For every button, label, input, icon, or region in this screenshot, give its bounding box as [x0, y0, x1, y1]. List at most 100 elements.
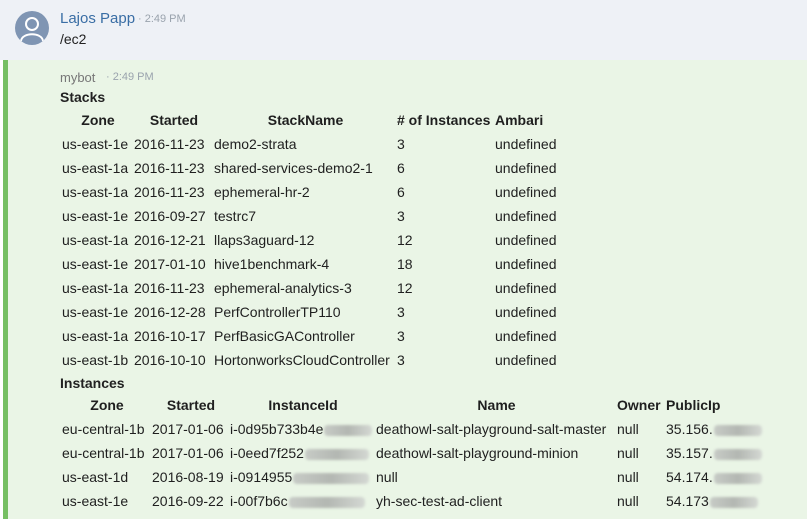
- cell-instance-count: 3: [397, 352, 405, 368]
- stacks-title: Stacks: [60, 89, 106, 105]
- table-row: us-east-1a 2016-12-21 llaps3aguard-12 12…: [62, 228, 565, 252]
- cell-ambari: undefined: [495, 184, 557, 200]
- col-header-started: Started: [166, 397, 216, 413]
- col-header-instanceid: InstanceId: [268, 397, 338, 413]
- table-row: us-east-1d 2016-08-19 i-0914955 null nul…: [62, 465, 762, 489]
- col-header-instance-count: # of Instances: [397, 112, 491, 128]
- instances-title: Instances: [60, 375, 125, 391]
- col-header-zone: Zone: [90, 397, 124, 413]
- bot-timestamp[interactable]: · 2:49 PM: [106, 71, 154, 83]
- publicip-text: 54.174.: [666, 469, 713, 485]
- cell-zone: eu-central-1b: [62, 445, 145, 461]
- cell-owner: null: [617, 493, 639, 509]
- cell-stackname: HortonworksCloudController: [214, 352, 390, 368]
- cell-ambari: undefined: [495, 160, 557, 176]
- cell-owner: null: [617, 421, 639, 437]
- cell-started: 2017-01-06: [152, 421, 224, 437]
- col-header-ambari: Ambari: [495, 112, 544, 128]
- table-row: us-east-1a 2016-10-17 PerfBasicGAControl…: [62, 324, 565, 348]
- table-row: us-east-1a 2016-11-23 ephemeral-analytic…: [62, 276, 565, 300]
- cell-ambari: undefined: [495, 208, 557, 224]
- cell-owner: null: [617, 445, 639, 461]
- cell-zone: us-east-1a: [62, 184, 129, 200]
- cell-instance-count: 6: [397, 184, 405, 200]
- cell-ambari: undefined: [495, 136, 557, 152]
- cell-ambari: undefined: [495, 232, 557, 248]
- cell-name: deathowl-salt-playground-salt-master: [376, 421, 607, 437]
- cell-ambari: undefined: [495, 304, 557, 320]
- col-header-publicip: PublicIp: [666, 397, 721, 413]
- stacks-header-row: Zone Started StackName # of Instances Am…: [62, 108, 565, 132]
- cell-publicip: 35.156.: [666, 417, 762, 441]
- cell-started: 2017-01-10: [134, 256, 206, 272]
- cell-started: 2017-01-06: [152, 445, 224, 461]
- cell-name: deathowl-salt-playground-minion: [376, 445, 579, 461]
- col-header-name: Name: [477, 397, 516, 413]
- bot-message: mybot · 2:49 PM Stacks Zone Started Stac…: [0, 60, 807, 519]
- cell-ambari: undefined: [495, 280, 557, 296]
- table-row: us-east-1e 2016-11-23 demo2-strata 3 und…: [62, 132, 565, 156]
- publicip-text: 35.157.: [666, 445, 713, 461]
- redacted-blur: [713, 424, 762, 436]
- cell-stackname: testrc7: [214, 208, 257, 224]
- table-row: us-east-1b 2016-10-10 HortonworksCloudCo…: [62, 348, 565, 372]
- cell-zone: eu-central-1b: [62, 421, 145, 437]
- redacted-blur: [713, 472, 762, 484]
- cell-instance-count: 18: [397, 256, 413, 272]
- cell-instanceid: i-00f7b6c: [230, 489, 376, 513]
- avatar[interactable]: [15, 11, 49, 45]
- cell-name: yh-sec-test-ad-client: [376, 493, 503, 509]
- cell-zone: us-east-1a: [62, 160, 129, 176]
- message-text: /ec2: [60, 31, 87, 47]
- cell-instance-count: 3: [397, 208, 405, 224]
- col-header-owner: Owner: [617, 397, 661, 413]
- cell-ambari: undefined: [495, 352, 557, 368]
- cell-zone: us-east-1a: [62, 280, 129, 296]
- cell-started: 2016-11-23: [134, 160, 205, 176]
- redacted-blur: [304, 448, 369, 460]
- col-header-started: Started: [149, 112, 199, 128]
- instanceid-text: i-0914955: [230, 469, 293, 485]
- cell-instanceid: i-0914955: [230, 465, 376, 489]
- table-row: us-east-1a 2016-11-23 ephemeral-hr-2 6 u…: [62, 180, 565, 204]
- redacted-blur: [293, 472, 370, 484]
- instanceid-text: i-0eed7f252: [230, 445, 304, 461]
- instances-table: Zone Started InstanceId Name Owner Publi…: [62, 393, 762, 513]
- instanceid-text: i-00f7b6c: [230, 493, 288, 509]
- cell-started: 2016-11-23: [134, 184, 205, 200]
- table-row: us-east-1e 2017-01-10 hive1benchmark-4 1…: [62, 252, 565, 276]
- message-author[interactable]: Lajos Papp: [60, 10, 135, 27]
- cell-zone: us-east-1e: [62, 304, 129, 320]
- cell-publicip: 54.174.: [666, 465, 762, 489]
- cell-started: 2016-11-23: [134, 136, 205, 152]
- cell-started: 2016-09-27: [134, 208, 206, 224]
- cell-stackname: shared-services-demo2-1: [214, 160, 373, 176]
- cell-stackname: hive1benchmark-4: [214, 256, 330, 272]
- bot-author[interactable]: mybot: [60, 70, 95, 85]
- cell-stackname: PerfBasicGAController: [214, 328, 355, 344]
- cell-stackname: demo2-strata: [214, 136, 297, 152]
- cell-zone: us-east-1a: [62, 328, 129, 344]
- message-timestamp[interactable]: · 2:49 PM: [138, 13, 186, 25]
- cell-instance-count: 12: [397, 280, 413, 296]
- table-row: us-east-1e 2016-12-28 PerfControllerTP11…: [62, 300, 565, 324]
- cell-zone: us-east-1e: [62, 493, 129, 509]
- stacks-table: Zone Started StackName # of Instances Am…: [62, 108, 565, 372]
- cell-ambari: undefined: [495, 256, 557, 272]
- cell-instance-count: 3: [397, 328, 405, 344]
- redacted-blur: [288, 496, 365, 508]
- cell-started: 2016-12-28: [134, 304, 206, 320]
- instances-header-row: Zone Started InstanceId Name Owner Publi…: [62, 393, 762, 417]
- cell-zone: us-east-1e: [62, 208, 129, 224]
- cell-stackname: ephemeral-analytics-3: [214, 280, 352, 296]
- cell-instanceid: i-0d95b733b4e: [230, 417, 376, 441]
- cell-zone: us-east-1d: [62, 469, 129, 485]
- redacted-blur: [713, 448, 762, 460]
- col-header-stackname: StackName: [267, 112, 344, 128]
- redacted-blur: [324, 424, 373, 436]
- cell-started: 2016-09-22: [152, 493, 224, 509]
- cell-started: 2016-12-21: [134, 232, 206, 248]
- cell-started: 2016-08-19: [152, 469, 224, 485]
- cell-instance-count: 12: [397, 232, 413, 248]
- publicip-text: 35.156.: [666, 421, 713, 437]
